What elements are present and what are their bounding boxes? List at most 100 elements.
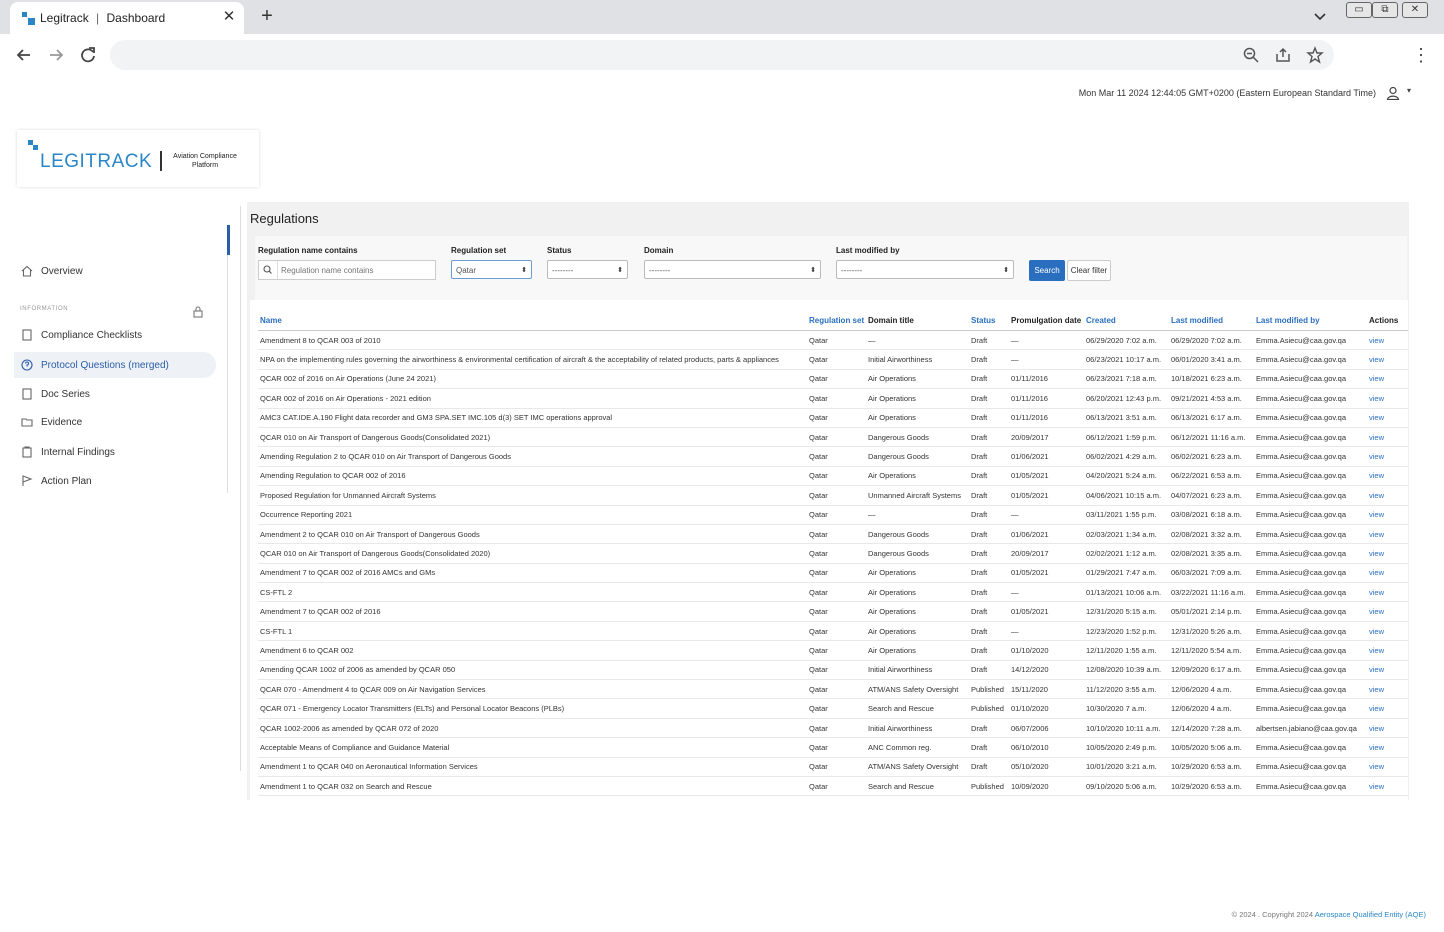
view-link[interactable]: view <box>1367 601 1408 622</box>
back-icon[interactable] <box>13 44 35 66</box>
view-link[interactable]: view <box>1367 698 1408 719</box>
bookmark-star-icon[interactable] <box>1306 46 1324 64</box>
browser-menu-icon[interactable]: ⋮ <box>1412 46 1430 66</box>
search-button[interactable]: Search <box>1029 260 1065 281</box>
cell-last-modified-by: Emma.Asiecu@caa.gov.qa <box>1254 640 1367 661</box>
reload-icon[interactable] <box>77 44 99 66</box>
cell-last-modified-by: Emma.Asiecu@caa.gov.qa <box>1254 698 1367 719</box>
tab-close-icon[interactable]: ✕ <box>220 8 238 26</box>
cell-last-modified-by: Emma.Asiecu@caa.gov.qa <box>1254 679 1367 700</box>
browser-tabstrip: Legitrack | Dashboard ✕ + ▭ ⧉ ✕ <box>0 0 1444 34</box>
cell-domain-title: Initial Airworthiness <box>866 718 969 739</box>
view-link[interactable]: view <box>1367 776 1408 797</box>
restore-icon[interactable]: ⧉ <box>1372 2 1398 18</box>
cell-last-modified: 06/12/2021 11:16 a.m. <box>1169 427 1254 448</box>
view-link[interactable]: view <box>1367 524 1408 545</box>
column-header-regulation-set[interactable]: Regulation set <box>807 310 866 331</box>
view-link[interactable]: view <box>1367 640 1408 661</box>
zoom-icon[interactable] <box>1242 46 1260 64</box>
status-select[interactable]: -------- ⬍ <box>547 260 628 279</box>
browser-tab[interactable]: Legitrack | Dashboard ✕ <box>10 2 244 34</box>
view-link[interactable]: view <box>1367 408 1408 428</box>
copyright-text: © 2024 . Copyright 2024 <box>1231 910 1314 919</box>
view-link[interactable]: view <box>1367 485 1408 506</box>
tab-search-chevron-icon[interactable] <box>1310 8 1330 26</box>
last-modified-by-select[interactable]: -------- ⬍ <box>836 260 1014 279</box>
view-link[interactable]: view <box>1367 737 1408 758</box>
column-header-last-modified[interactable]: Last modified <box>1169 310 1254 331</box>
view-link[interactable]: view <box>1367 795 1408 800</box>
cell-status: Draft <box>969 349 1009 370</box>
view-link[interactable]: view <box>1367 582 1408 603</box>
view-link[interactable]: view <box>1367 543 1408 564</box>
table-row: Acceptable Means of Compliance and Guida… <box>258 737 1408 758</box>
view-link[interactable]: view <box>1367 621 1408 642</box>
cell-status: Draft <box>969 330 1009 351</box>
sidebar-item-doc-series[interactable]: Doc Series <box>14 381 216 407</box>
view-link[interactable]: view <box>1367 349 1408 370</box>
new-tab-icon[interactable]: + <box>256 4 278 28</box>
table-row: QCAR 002 of 2016 on Air Operations - 202… <box>258 388 1408 409</box>
view-link[interactable]: view <box>1367 427 1408 448</box>
logo[interactable]: LEGITRACK Aviation Compliance Platform <box>17 130 259 187</box>
cell-last-modified-by: Emma.Asiecu@caa.gov.qa <box>1254 524 1367 545</box>
table-body: Amendment 8 to QCAR 003 of 2010 Qatar — Dra… <box>258 330 1408 800</box>
cell-last-modified: 12/11/2020 5:54 a.m. <box>1169 640 1254 661</box>
table-row: Amendment 1 to QCAR 040 on Aeronautical … <box>258 757 1408 777</box>
cell-name: Amendment 8 to QCAR 003 of 2010 <box>258 330 807 351</box>
view-link[interactable]: view <box>1367 757 1408 777</box>
domain-filter-label: Domain <box>644 246 674 255</box>
view-link[interactable]: view <box>1367 466 1408 487</box>
cell-regulation-set: Qatar <box>807 795 866 800</box>
table-row: AMC3 CAT.IDE.A.190 Flight data recorder … <box>258 408 1408 428</box>
share-icon[interactable] <box>1274 46 1292 64</box>
view-link[interactable]: view <box>1367 330 1408 351</box>
lock-icon[interactable] <box>192 305 204 318</box>
view-link[interactable]: view <box>1367 505 1408 525</box>
minimize-icon[interactable]: ▭ <box>1346 2 1372 18</box>
cell-last-modified: 06/02/2021 6:23 a.m. <box>1169 446 1254 467</box>
clear-filter-button[interactable]: Clear filter <box>1067 260 1111 281</box>
column-header-created[interactable]: Created <box>1084 310 1169 331</box>
sidebar-section-label: INFORMATION <box>20 306 69 312</box>
cell-last-modified: 09/21/2021 4:53 a.m. <box>1169 388 1254 409</box>
regulation-set-select[interactable]: Qatar ⬍ <box>451 260 532 279</box>
sidebar-item-compliance-checklists[interactable]: Compliance Checklists <box>14 322 216 348</box>
domain-select[interactable]: -------- ⬍ <box>644 260 821 279</box>
cell-name: Amendment 7 to QCAR 002 of 2016 <box>258 601 807 622</box>
view-link[interactable]: view <box>1367 660 1408 681</box>
forward-icon[interactable] <box>45 44 67 66</box>
cell-regulation-set: Qatar <box>807 563 866 584</box>
cell-regulation-set: Qatar <box>807 466 866 487</box>
column-header-last-modified-by[interactable]: Last modified by <box>1254 310 1367 331</box>
logo-divider <box>160 151 162 171</box>
cell-domain-title: Dangerous Goods <box>866 427 969 448</box>
cell-promulgation-date: — <box>1009 505 1084 525</box>
view-link[interactable]: view <box>1367 388 1408 409</box>
footer-entity-link[interactable]: Aerospace Qualified Entity (AQE) <box>1315 910 1426 919</box>
name-filter-input[interactable] <box>281 263 431 277</box>
sidebar-item-internal-findings[interactable]: Internal Findings <box>14 439 216 465</box>
view-link[interactable]: view <box>1367 718 1408 739</box>
select-arrows-icon: ⬍ <box>521 267 527 274</box>
column-header-status[interactable]: Status <box>969 310 1009 331</box>
view-link[interactable]: view <box>1367 369 1408 390</box>
view-link[interactable]: view <box>1367 446 1408 467</box>
sidebar-item-action-plan[interactable]: Action Plan <box>14 468 216 494</box>
name-filter-field[interactable] <box>258 260 436 280</box>
user-menu-caret-icon[interactable]: ▾ <box>1407 86 1411 95</box>
sidebar-item-overview[interactable]: Overview <box>14 258 216 284</box>
cell-last-modified-by: Emma.Asiecu@caa.gov.qa <box>1254 408 1367 428</box>
cell-created: 04/06/2021 10:15 a.m. <box>1084 485 1169 506</box>
cell-last-modified-by: Emma.Asiecu@caa.gov.qa <box>1254 737 1367 758</box>
window-close-icon[interactable]: ✕ <box>1402 2 1428 18</box>
select-arrows-icon: ⬍ <box>810 267 816 274</box>
user-icon[interactable] <box>1386 86 1400 101</box>
column-header-name[interactable]: Name <box>258 310 807 331</box>
view-link[interactable]: view <box>1367 679 1408 700</box>
sidebar-item-protocol-questions[interactable]: Protocol Questions (merged) <box>14 352 216 378</box>
sidebar-item-evidence[interactable]: Evidence <box>14 409 216 435</box>
table-row: QCAR 071 - Emergency Locator Transmitter… <box>258 698 1408 719</box>
address-bar[interactable] <box>110 40 1334 70</box>
view-link[interactable]: view <box>1367 563 1408 584</box>
